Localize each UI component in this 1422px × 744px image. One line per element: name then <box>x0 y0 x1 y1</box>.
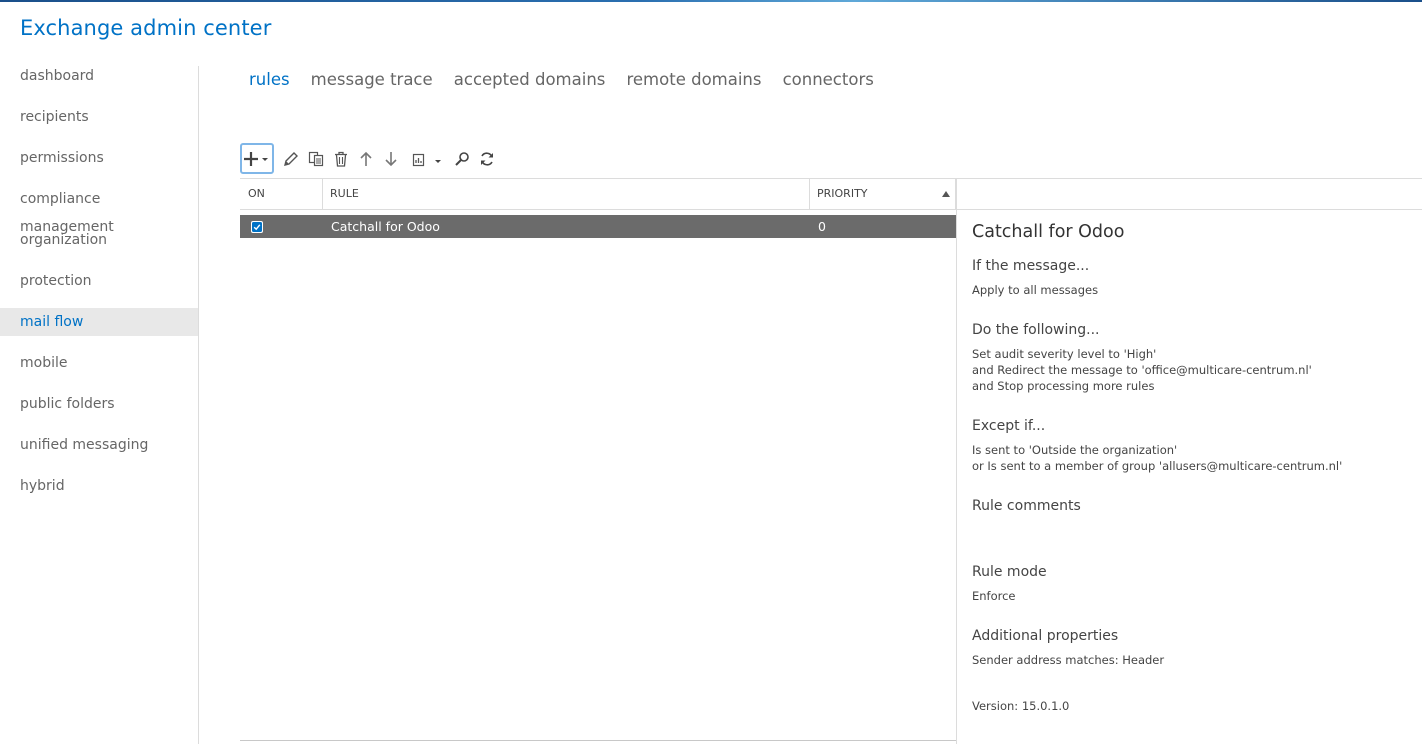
sort-ascending-icon <box>942 191 950 197</box>
if-line: Apply to all messages <box>972 283 1099 297</box>
rule-details-pane: Catchall for Odoo If the message... Appl… <box>972 222 1412 714</box>
except-line: or Is sent to a member of group 'alluser… <box>972 459 1343 473</box>
nav-item-public-folders[interactable]: public folders <box>0 390 198 418</box>
nav-item-organization[interactable]: organization <box>0 226 198 254</box>
except-heading: Except if... <box>972 418 1046 434</box>
details-title: Catchall for Odoo <box>972 222 1125 242</box>
table-row[interactable]: Catchall for Odoo 0 <box>240 215 956 238</box>
rule-enabled-checkbox[interactable] <box>251 221 263 233</box>
nav-item-permissions[interactable]: permissions <box>0 144 198 172</box>
nav-item-compliance-management[interactable]: compliance management <box>0 185 198 235</box>
rule-priority-cell: 0 <box>818 219 826 234</box>
left-nav: dashboard recipients permissions complia… <box>0 62 198 513</box>
tab-bar: rules message trace accepted domains rem… <box>249 70 890 94</box>
top-accent-strip <box>0 0 1422 2</box>
nav-item-unified-messaging[interactable]: unified messaging <box>0 431 198 459</box>
if-heading: If the message... <box>972 258 1090 274</box>
version-text: Version: 15.0.1.0 <box>972 699 1070 713</box>
properties-value: Sender address matches: Header <box>972 653 1165 667</box>
trash-icon <box>335 151 347 167</box>
nav-item-hybrid[interactable]: hybrid <box>0 472 198 500</box>
nav-item-protection[interactable]: protection <box>0 267 198 295</box>
do-line: and Redirect the message to 'office@mult… <box>972 363 1312 377</box>
column-header-priority[interactable]: PRIORITY <box>809 179 955 209</box>
delete-button[interactable] <box>332 143 350 175</box>
tab-accepted-domains[interactable]: accepted domains <box>454 70 606 89</box>
mode-heading: Rule mode <box>972 564 1047 580</box>
do-line: and Stop processing more rules <box>972 379 1155 393</box>
rules-grid-header: ON RULE PRIORITY <box>240 178 1422 210</box>
plus-icon <box>244 151 268 166</box>
nav-item-dashboard[interactable]: dashboard <box>0 62 198 90</box>
report-icon <box>412 153 441 167</box>
nav-divider <box>198 66 199 744</box>
move-down-button[interactable] <box>382 143 400 175</box>
rule-name-cell: Catchall for Odoo <box>331 219 440 234</box>
tab-message-trace[interactable]: message trace <box>311 70 433 89</box>
comments-section: Rule comments <box>972 498 1412 514</box>
move-up-button[interactable] <box>357 143 375 175</box>
copy-button[interactable] <box>307 143 325 175</box>
refresh-icon <box>481 152 493 166</box>
except-section: Except if... Is sent to 'Outside the org… <box>972 418 1412 474</box>
column-header-on[interactable]: ON <box>240 179 322 209</box>
properties-heading: Additional properties <box>972 628 1119 644</box>
do-section: Do the following... Set audit severity l… <box>972 322 1412 394</box>
nav-item-mobile[interactable]: mobile <box>0 349 198 377</box>
do-heading: Do the following... <box>972 322 1100 338</box>
comments-heading: Rule comments <box>972 498 1081 514</box>
nav-item-recipients[interactable]: recipients <box>0 103 198 131</box>
tab-connectors[interactable]: connectors <box>783 70 874 89</box>
details-pane-divider <box>956 178 957 744</box>
mode-section: Rule mode Enforce <box>972 564 1412 604</box>
mode-value: Enforce <box>972 589 1016 603</box>
copy-icon <box>308 151 324 167</box>
arrow-up-icon <box>360 151 372 166</box>
column-header-rule[interactable]: RULE <box>322 179 809 209</box>
except-line: Is sent to 'Outside the organization' <box>972 443 1178 457</box>
do-line: Set audit severity level to 'High' <box>972 347 1157 361</box>
if-section: If the message... Apply to all messages <box>972 258 1412 298</box>
checkmark-icon <box>252 222 262 232</box>
app-title: Exchange admin center <box>20 16 272 40</box>
refresh-button[interactable] <box>478 143 496 175</box>
grid-bottom-border <box>240 740 956 741</box>
pencil-icon <box>284 152 298 166</box>
reports-button[interactable] <box>410 143 444 175</box>
new-rule-button[interactable] <box>240 143 274 174</box>
tab-remote-domains[interactable]: remote domains <box>626 70 761 89</box>
search-icon <box>455 152 469 166</box>
nav-item-mail-flow[interactable]: mail flow <box>0 308 198 336</box>
edit-button[interactable] <box>282 143 300 175</box>
properties-section: Additional properties Sender address mat… <box>972 628 1412 668</box>
arrow-down-icon <box>385 152 397 167</box>
tab-rules[interactable]: rules <box>249 70 290 89</box>
search-button[interactable] <box>453 143 471 175</box>
